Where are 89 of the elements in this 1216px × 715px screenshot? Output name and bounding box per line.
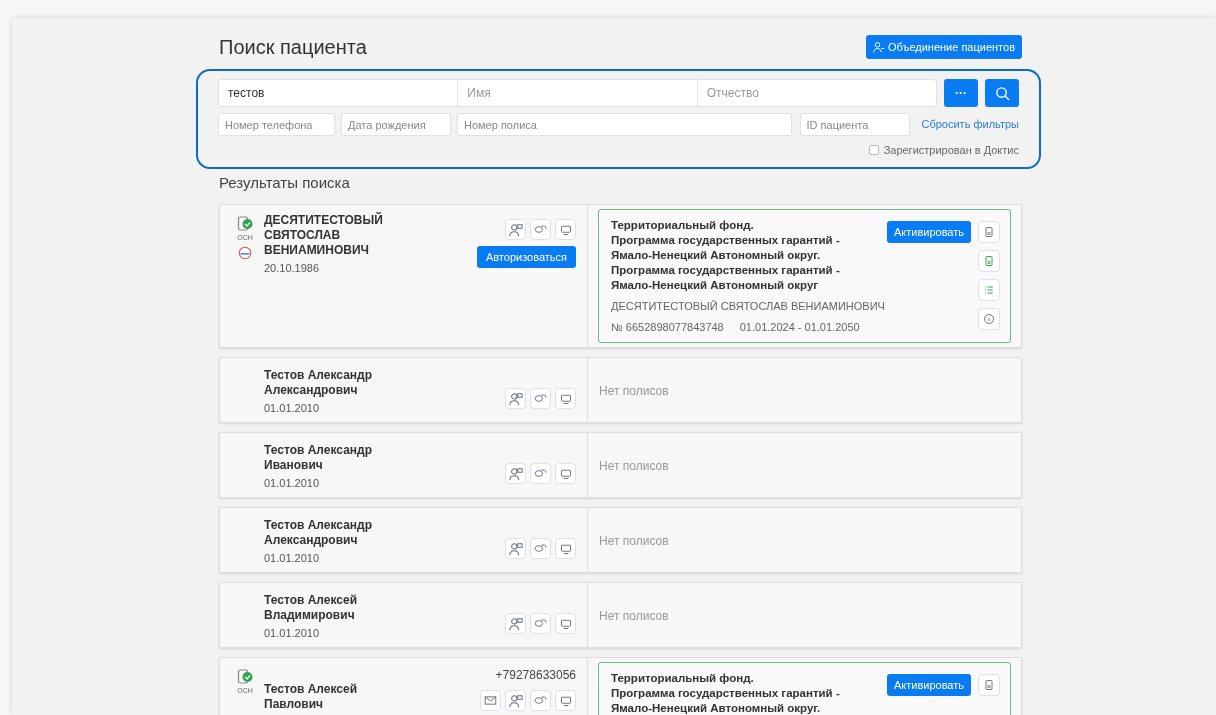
search-icon xyxy=(994,85,1010,101)
user-card-icon xyxy=(508,222,523,237)
monitor-button[interactable] xyxy=(555,538,576,559)
user-card-icon xyxy=(508,541,523,556)
chat-button[interactable] xyxy=(530,538,551,559)
birth-date: 01.01.2010 xyxy=(264,476,321,491)
birth-date: 01.01.2010 xyxy=(264,401,321,416)
user-card-button[interactable] xyxy=(505,463,526,484)
document-icon xyxy=(983,679,995,691)
patient-name: Тестов Александр Александрович xyxy=(264,518,374,548)
activate-button[interactable]: Активировать xyxy=(886,674,971,696)
user-card-button[interactable] xyxy=(505,613,526,634)
phone-number: +79278633056 xyxy=(495,667,576,684)
document-button[interactable] xyxy=(978,250,1000,272)
chat-icon xyxy=(534,392,547,405)
chat-icon xyxy=(534,617,547,630)
authorize-button[interactable]: Авторизоваться xyxy=(476,246,576,268)
user-card-button[interactable] xyxy=(505,219,526,240)
policy-title: Территориальный фонд. Программа государственных гарантий - Ямало-Ненецкий Автономный округ. Программа государственных гарантий - Ямало-Ненецкий Автономный округ xyxy=(611,218,841,293)
info-icon xyxy=(983,313,995,325)
merge-patients-button[interactable]: Объединение пациентов xyxy=(866,35,1022,59)
user-icon xyxy=(873,41,885,53)
user-card-icon xyxy=(508,693,523,708)
list-icon xyxy=(983,284,995,296)
monitor-icon xyxy=(559,223,572,236)
monitor-button[interactable] xyxy=(555,463,576,484)
patient-name: Тестов Алексей Павлович xyxy=(264,682,359,712)
birth-date: 20.10.1986 xyxy=(264,261,321,276)
chat-icon xyxy=(534,223,547,236)
chat-button[interactable] xyxy=(530,690,551,711)
checkbox[interactable] xyxy=(868,145,879,156)
policy-title: Территориальный фонд. Программа государственных гарантий - Ямало-Ненецкий Автономный округ. xyxy=(611,671,841,715)
document-button[interactable] xyxy=(978,674,1000,696)
user-card-button[interactable] xyxy=(505,538,526,559)
activate-button[interactable]: Активировать xyxy=(886,221,971,243)
mail-button[interactable] xyxy=(480,690,501,711)
chat-button[interactable] xyxy=(530,613,551,634)
monitor-icon xyxy=(559,542,572,555)
user-card-button[interactable] xyxy=(505,388,526,409)
patient-name: ДЕСЯТИТЕСТОВЫЙ СВЯТОСЛАВ ВЕНИАМИНОВИЧ xyxy=(264,213,384,258)
document-icon xyxy=(983,255,995,267)
monitor-button[interactable] xyxy=(555,613,576,634)
monitor-icon xyxy=(559,617,572,630)
section-title: Результаты поиска xyxy=(219,172,351,193)
monitor-icon xyxy=(559,392,572,405)
policy-holder: ДЕСЯТИТЕСТОВЫЙ СВЯТОСЛАВ ВЕНИАМИНОВИЧ xyxy=(611,299,886,314)
search-field[interactable]: Имя xyxy=(457,79,698,107)
monitor-button[interactable] xyxy=(555,388,576,409)
patient-name: Тестов Александр Иванович xyxy=(264,443,374,473)
user-card-icon xyxy=(508,616,523,631)
chat-button[interactable] xyxy=(530,388,551,409)
user-card-icon xyxy=(508,391,523,406)
policy-number: № 6652898077843748 xyxy=(611,319,724,335)
circle-logo-icon xyxy=(238,246,252,260)
policy-period: 01.01.2024 - 01.01.2050 xyxy=(739,319,860,335)
chat-button[interactable] xyxy=(530,219,551,240)
user-card-icon xyxy=(508,466,523,481)
info-button[interactable] xyxy=(978,308,1000,330)
birth-date: 01.01.2010 xyxy=(264,626,321,641)
reset-filters-link[interactable]: Сбросить фильтры xyxy=(921,116,1019,133)
search-field[interactable]: Отчество xyxy=(696,79,937,107)
search-field[interactable]: Номер полиса xyxy=(457,113,792,136)
more-filters-button[interactable]: ··· xyxy=(944,79,978,107)
patient-name: Тестов Александр Александрович xyxy=(264,368,374,398)
chat-icon xyxy=(534,542,547,555)
monitor-button[interactable] xyxy=(555,219,576,240)
no-policies-text: Нет полисов xyxy=(599,458,670,475)
user-card-button[interactable] xyxy=(505,690,526,711)
monitor-icon xyxy=(559,694,572,707)
patient-name: Тестов Алексей Владимирович xyxy=(264,593,359,623)
no-policies-text: Нет полисов xyxy=(599,533,670,550)
mail-icon xyxy=(484,694,497,707)
search-field[interactable]: ID пациента xyxy=(799,113,910,136)
chat-icon xyxy=(534,467,547,480)
chat-icon xyxy=(534,694,547,707)
document-button[interactable] xyxy=(978,221,1000,243)
birth-date: 01.01.2010 xyxy=(264,551,321,566)
monitor-button[interactable] xyxy=(555,690,576,711)
search-field[interactable]: Дата рождения xyxy=(341,113,451,136)
no-policies-text: Нет полисов xyxy=(599,608,670,625)
search-field[interactable]: тестов xyxy=(218,79,459,107)
checkbox-label: Зарегистрирован в Доктис xyxy=(883,143,1019,158)
search-field[interactable]: Номер телефона xyxy=(218,113,335,136)
search-button[interactable] xyxy=(985,79,1019,107)
no-policies-text: Нет полисов xyxy=(599,383,670,400)
page-title: Поиск пациента xyxy=(219,35,367,60)
chat-button[interactable] xyxy=(530,463,551,484)
monitor-icon xyxy=(559,467,572,480)
document-icon xyxy=(983,226,995,238)
